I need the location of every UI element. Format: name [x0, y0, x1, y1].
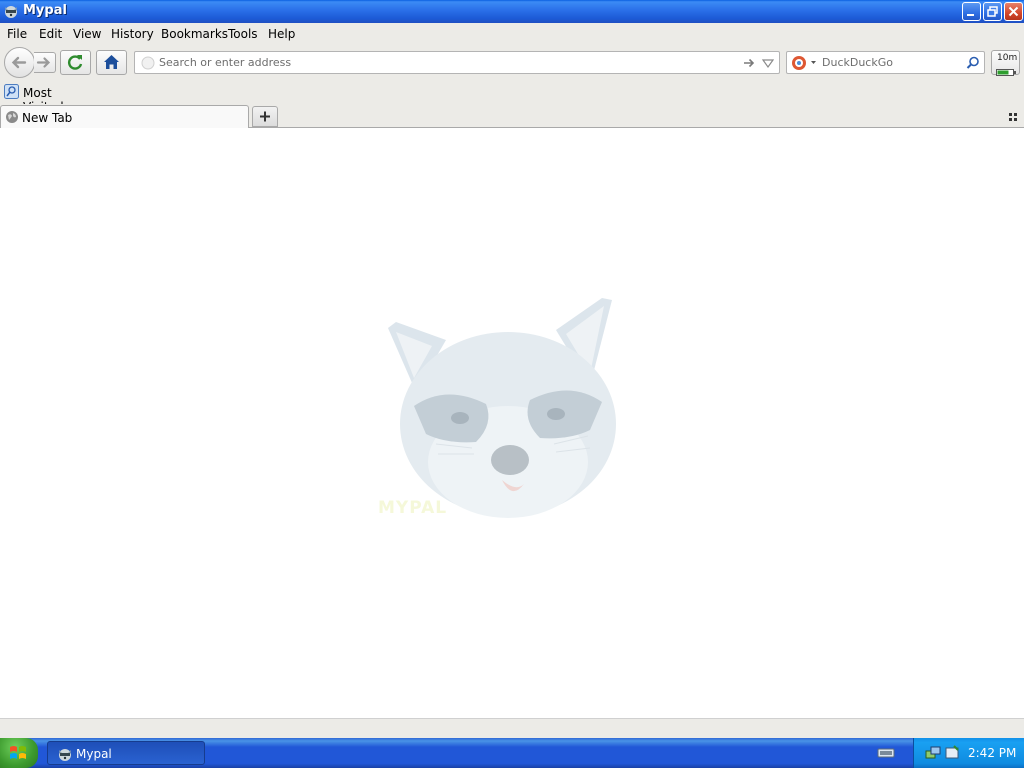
bookmark-most-visited[interactable]: Most Visited [3, 83, 93, 114]
status-bar [0, 718, 1024, 738]
menu-help[interactable]: Help [268, 27, 295, 41]
history-dropdown-icon[interactable] [761, 58, 775, 72]
search-input[interactable] [822, 54, 962, 71]
timer-addon-button[interactable]: 10m [991, 50, 1020, 76]
back-arrow-icon [11, 56, 27, 69]
menu-view[interactable]: View [73, 27, 101, 41]
tray-network-connections-icon[interactable] [925, 745, 941, 764]
clock[interactable]: 2:42 PM [968, 746, 1016, 760]
reload-button[interactable] [60, 50, 91, 75]
search-bar[interactable] [786, 51, 985, 74]
taskbar-task-label: Mypal [76, 747, 112, 761]
navigation-toolbar: 10m [0, 44, 1024, 80]
mypal-logo-text: MYPAL [378, 498, 448, 518]
plus-icon [260, 111, 270, 122]
search-icon[interactable] [966, 56, 980, 73]
menu-file[interactable]: File [7, 27, 27, 41]
close-button[interactable] [1004, 2, 1023, 21]
back-button[interactable] [4, 47, 35, 78]
reload-icon [68, 55, 83, 70]
taskbar-raccoon-icon [57, 746, 73, 765]
menu-bookmarks[interactable]: Bookmarks [161, 27, 228, 41]
system-tray: 2:42 PM [913, 738, 1024, 768]
timer-label: 10m [997, 53, 1018, 63]
window-title: Mypal [23, 3, 67, 18]
address-input[interactable] [159, 54, 739, 71]
restore-button[interactable] [983, 2, 1002, 21]
bookmarks-toolbar: Most Visited [0, 80, 1024, 114]
grid-icon [1009, 113, 1017, 121]
taskbar-task-mypal[interactable]: Mypal [47, 741, 205, 765]
home-button[interactable] [96, 50, 127, 75]
tab-globe-icon [5, 110, 19, 127]
tab-groups-button[interactable] [1008, 111, 1018, 121]
mypal-raccoon-logo [376, 294, 626, 524]
raccoon-app-icon [3, 3, 19, 19]
go-arrow-icon[interactable] [742, 56, 756, 73]
forward-button[interactable] [34, 52, 56, 73]
tab-strip: New Tab [0, 104, 1024, 129]
windows-flag-icon [10, 746, 26, 759]
address-bar[interactable] [134, 51, 780, 74]
forward-arrow-icon [36, 57, 51, 68]
minimize-button[interactable] [962, 2, 981, 21]
menu-history[interactable]: History [111, 27, 154, 41]
page-content: MYPAL [0, 128, 1024, 718]
tab-new-tab[interactable]: New Tab [0, 105, 249, 129]
home-icon [104, 55, 119, 69]
taskbar: Mypal 2:42 PM [0, 738, 1024, 768]
globe-icon [141, 56, 155, 73]
most-visited-folder-icon [4, 84, 19, 102]
menu-edit[interactable]: Edit [39, 27, 62, 41]
start-button[interactable] [0, 738, 38, 768]
window-titlebar: Mypal [0, 0, 1024, 23]
tab-label: New Tab [22, 111, 73, 125]
duckduckgo-engine-icon[interactable] [791, 55, 817, 74]
new-tab-button[interactable] [252, 106, 278, 127]
menu-tools[interactable]: Tools [228, 27, 258, 41]
network-icon[interactable] [877, 746, 895, 763]
battery-icon [996, 65, 1016, 79]
menu-bar: File Edit View History Bookmarks Tools H… [0, 23, 1024, 44]
tray-safely-remove-icon[interactable] [944, 745, 960, 764]
